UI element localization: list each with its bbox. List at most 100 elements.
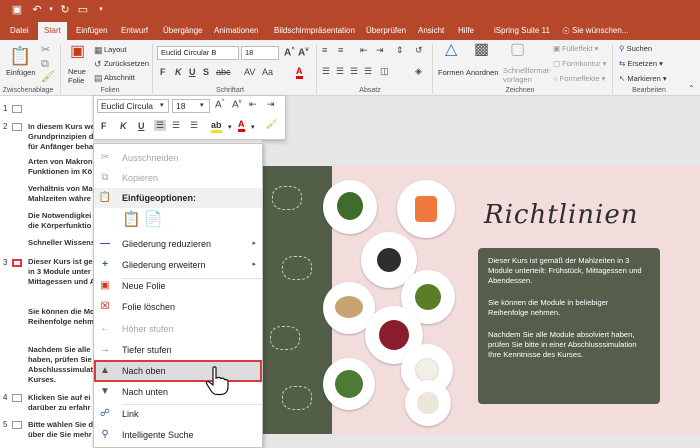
font-name-combo[interactable]: Euclid Circular B [157,46,239,60]
format-painter-icon[interactable]: 🖌 [266,119,277,130]
shrink-font-icon[interactable]: Av [298,47,309,58]
highlight-color-icon[interactable]: ab [211,120,222,133]
decrease-indent-button[interactable]: ⇤ [360,45,368,56]
bullets-button[interactable]: ≡ [322,45,327,55]
paste-button[interactable]: Einfügen [6,68,36,77]
outline-text[interactable]: Schneller Wissens [28,238,95,248]
menu-item-copy[interactable]: ⧉ Kopieren [94,168,262,188]
slide-thumbnail-icon[interactable] [12,421,22,429]
columns-button[interactable]: ◫ [380,66,389,77]
underline-button[interactable]: U [189,67,196,77]
outline-text[interactable]: Klicken Sie auf ei darüber zu erfahr [28,393,90,413]
slide-canvas[interactable]: Richtlinien Dieser Kurs ist gemäß der Ma… [262,166,700,434]
menu-item-move-down[interactable]: ▼ Nach unten [94,382,262,402]
layout-button[interactable]: Layout [104,45,127,54]
replace-button[interactable]: ⇆ Ersetzen ▾ [619,59,663,68]
slide-thumbnail-icon[interactable] [12,259,22,267]
slide-thumbnail-icon[interactable] [12,394,22,402]
smartart-button[interactable]: ◈ [415,66,422,77]
mini-font-combo[interactable]: Euclid Circula [97,99,169,113]
grow-font-icon[interactable]: A^ [284,47,295,58]
quick-styles-icon[interactable]: ▢ [510,42,525,58]
outline-text[interactable]: Nachdem Sie alle haben, prüfen Sie Absch… [28,345,95,385]
align-center-icon[interactable]: ☰ [172,120,180,131]
chevron-down-icon[interactable]: ▾ [228,123,232,131]
case-button[interactable]: Aa [262,67,273,77]
save-icon[interactable]: ▣ [10,3,24,17]
menu-item-link[interactable]: ☍ Link [94,404,262,424]
font-color-button[interactable]: A [296,66,303,79]
tab-animationen[interactable]: Animationen [208,22,264,40]
align-left-button[interactable]: ☰ [322,66,330,77]
shape-effects-button[interactable]: ○ Formeffekte ▾ [553,74,605,83]
slide-thumbnail-icon[interactable] [12,105,22,113]
chevron-down-icon[interactable]: ▾ [200,101,204,109]
tab-datei[interactable]: Datei [4,22,35,40]
increase-indent-icon[interactable]: ⇥ [267,99,275,110]
quick-styles-button[interactable]: Schnellformat-vorlagen [503,66,551,84]
tab-bildschirmpraesentation[interactable]: Bildschirmpräsentation [268,22,361,40]
justify-button[interactable]: ☰ [364,66,372,77]
collapse-ribbon-icon[interactable]: ⌃ [688,84,695,93]
outline-text[interactable]: Dieser Kurs ist ge in 3 Module unter Mit… [28,257,95,287]
shape-outline-button[interactable]: ▢ Formkontur ▾ [553,59,606,68]
tell-me-search[interactable]: Sie wünschen... [566,22,634,40]
align-right-button[interactable]: ☰ [350,66,358,77]
menu-item-delete-slide[interactable]: ☒ Folie löschen [94,297,262,317]
bold-button[interactable]: F [160,67,166,77]
numbering-button[interactable]: ≡ [338,45,343,55]
slide-editor[interactable]: Richtlinien Dieser Kurs ist gemäß der Ma… [262,96,700,448]
font-color-icon[interactable]: A [238,119,245,132]
font-size-combo[interactable]: 18 [241,46,279,60]
menu-item-demote[interactable]: → Tiefer stufen [94,340,262,360]
tab-hilfe[interactable]: Hilfe [452,22,480,40]
align-right-icon[interactable]: ☰ [190,120,198,131]
grow-font-icon[interactable]: A^ [215,99,225,110]
underline-button[interactable]: U [138,121,145,131]
tab-entwurf[interactable]: Entwurf [115,22,154,40]
new-slide-button[interactable]: Neue Folie [68,67,92,85]
slide-text-box[interactable]: Dieser Kurs ist gemäß der Mahlzeiten in … [478,248,660,404]
bold-button[interactable]: F [101,121,107,131]
tab-ansicht[interactable]: Ansicht [412,22,450,40]
chevron-down-icon[interactable]: ▾ [251,123,255,131]
mini-size-combo[interactable]: 18 [172,99,210,113]
align-left-icon[interactable]: ☰ [154,120,167,131]
outline-text[interactable]: Die Notwendigkei die Körperfunktio [28,211,91,231]
paste-icon[interactable]: 📋 [9,46,31,66]
present-icon[interactable]: ▭ [76,3,90,17]
menu-item-move-up[interactable]: ▲ Nach oben [94,360,262,382]
copy-icon[interactable]: ⧉ [41,58,49,70]
slide-thumbnail-icon[interactable] [12,123,22,131]
shapes-button[interactable]: Formen [438,68,464,77]
chevron-down-icon[interactable]: ▾ [160,101,164,109]
new-slide-icon[interactable]: ▣ [70,44,85,60]
tab-ispring[interactable]: iSpring Suite 11 [488,22,556,40]
tab-uebergaenge[interactable]: Übergänge [157,22,209,40]
find-button[interactable]: ⚲ Suchen [619,44,652,53]
italic-button[interactable]: K [175,67,182,77]
shrink-font-icon[interactable]: Av [232,99,242,110]
shape-fill-button[interactable]: ▣ Fülleffekt ▾ [553,44,598,53]
customize-icon[interactable]: ▾ [94,3,108,17]
strikethrough-button[interactable]: abc [216,67,231,77]
outline-text[interactable]: Sie können die Mo Reihenfolge nehm [28,307,95,327]
paste-keep-format-icon[interactable]: 📋 [122,210,141,228]
arrange-button[interactable]: Anordnen [466,68,499,77]
decrease-indent-icon[interactable]: ⇤ [249,99,257,110]
select-button[interactable]: ↖ Markieren ▾ [619,74,667,83]
menu-item-collapse[interactable]: — Gliederung reduzieren ▸ [94,234,262,254]
cut-icon[interactable]: ✂ [41,44,50,56]
menu-item-cut[interactable]: ✂ Ausschneiden [94,148,262,168]
reset-button[interactable]: Zurücksetzen [104,59,149,68]
section-button[interactable]: Abschnitt [104,73,135,82]
menu-item-smart-lookup[interactable]: ⚲ Intelligente Suche [94,425,262,445]
outline-text[interactable]: Verhältnis von Ma Mahlzeiten währe [28,184,93,204]
undo-icon[interactable]: ↶ [30,3,44,17]
format-painter-icon[interactable]: 🖌 [41,71,55,83]
tab-start[interactable]: Start [38,22,67,40]
shadow-button[interactable]: S [203,67,209,77]
arrange-icon[interactable]: ▩ [474,42,489,58]
redo-icon[interactable]: ↻ [58,3,72,17]
slide-title[interactable]: Richtlinien [484,200,638,230]
